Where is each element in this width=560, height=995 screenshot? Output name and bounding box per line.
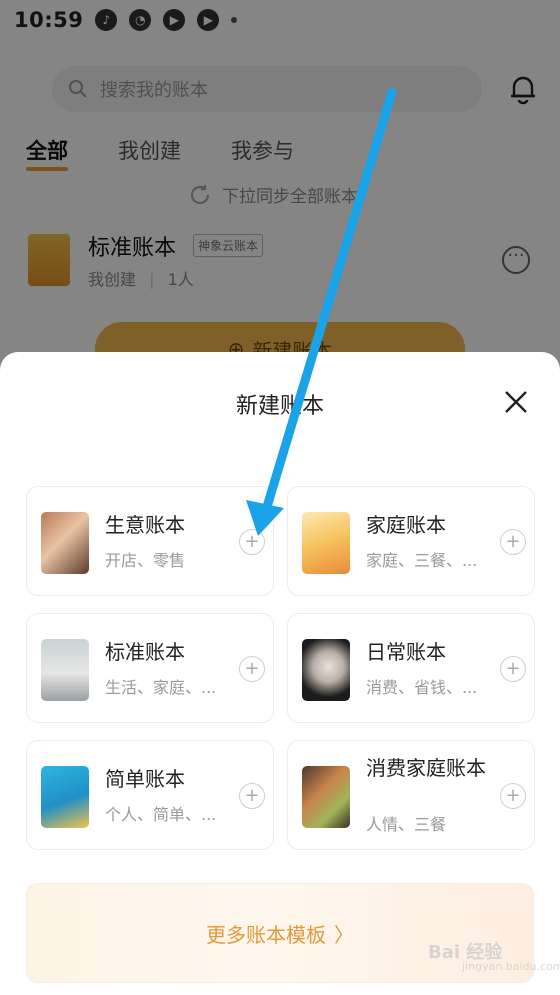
add-icon[interactable]: +: [500, 783, 526, 809]
sheet-title: 新建账本: [235, 394, 324, 419]
add-icon[interactable]: +: [500, 529, 526, 555]
standard-cover-image: [41, 639, 89, 701]
simple-cover-image: [41, 766, 89, 828]
watermark-logo-sub: jingyan.baidu.com: [462, 960, 560, 973]
add-icon[interactable]: +: [239, 656, 265, 682]
close-icon[interactable]: [502, 388, 530, 416]
add-icon[interactable]: +: [239, 783, 265, 809]
template-subtitle: 消费、省钱、...: [366, 678, 478, 697]
template-subtitle: 开店、零售: [105, 551, 186, 570]
add-icon[interactable]: +: [239, 529, 265, 555]
template-title: 生意账本: [105, 513, 185, 537]
more-templates-label: 更多账本模板: [206, 922, 326, 947]
template-card-daily[interactable]: 日常账本 消费、省钱、... +: [287, 613, 535, 723]
business-cover-image: [41, 512, 89, 574]
template-subtitle: 生活、家庭、...: [105, 678, 217, 697]
new-ledger-sheet: 新建账本 生意账本 开店、零售 + 家庭账本 家庭、三餐、... + 标准账本 …: [0, 352, 560, 995]
template-subtitle: 人情、三餐: [366, 815, 447, 834]
template-title: 家庭账本: [366, 513, 446, 537]
template-title: 消费家庭账本: [366, 756, 486, 780]
template-title: 简单账本: [105, 767, 185, 791]
template-card-standard[interactable]: 标准账本 生活、家庭、... +: [26, 613, 274, 723]
add-icon[interactable]: +: [500, 656, 526, 682]
template-subtitle: 家庭、三餐、...: [366, 551, 478, 570]
template-card-family[interactable]: 家庭账本 家庭、三餐、... +: [287, 486, 535, 596]
daily-cover-image: [302, 639, 350, 701]
family-cover-image: [302, 512, 350, 574]
chevron-right-icon: 〉: [334, 922, 354, 947]
template-card-simple[interactable]: 简单账本 个人、简单、... +: [26, 740, 274, 850]
template-title: 标准账本: [105, 640, 185, 664]
consumer-family-cover-image: [302, 766, 350, 828]
more-templates-button[interactable]: 更多账本模板 〉: [26, 883, 534, 983]
template-card-business[interactable]: 生意账本 开店、零售 +: [26, 486, 274, 596]
template-card-consumer-family[interactable]: 消费家庭账本 人情、三餐 +: [287, 740, 535, 850]
template-title: 日常账本: [366, 640, 446, 664]
template-subtitle: 个人、简单、...: [105, 805, 217, 824]
